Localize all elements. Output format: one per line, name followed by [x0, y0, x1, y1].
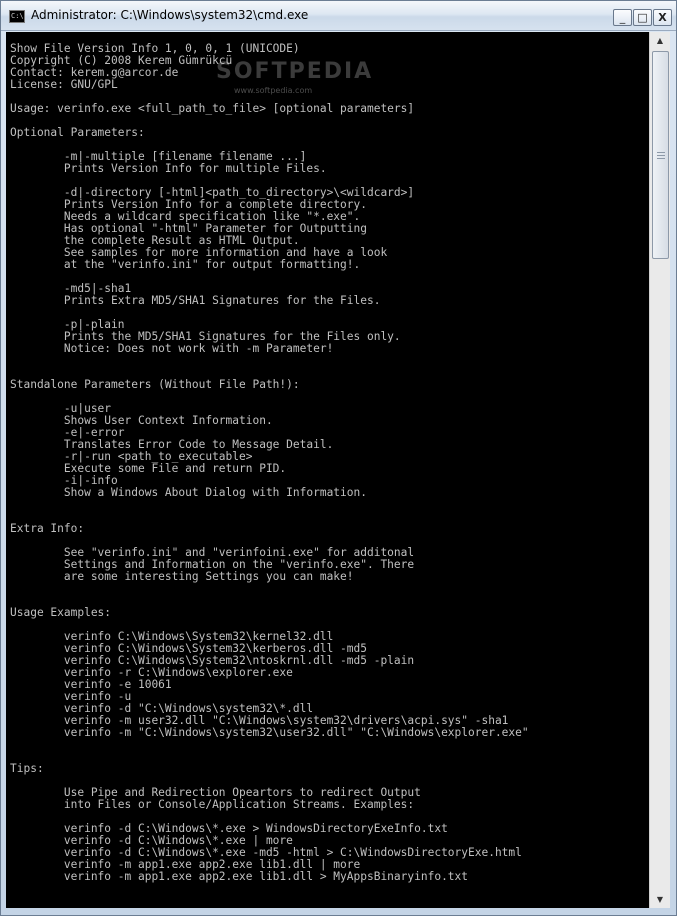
console-line: Settings and Information on the "verinfo…: [10, 559, 415, 571]
console-line: -i|-info: [10, 475, 118, 487]
console-line: Prints Version Info for a complete direc…: [10, 199, 367, 211]
console-line: Prints Extra MD5/SHA1 Signatures for the…: [10, 295, 381, 307]
console-line: Usage Examples:: [10, 607, 112, 619]
console-line: Standalone Parameters (Without File Path…: [10, 379, 300, 391]
minimize-button[interactable]: _: [613, 9, 632, 26]
console-output-area[interactable]: SOFTPEDIA www.softpedia.com Show File Ve…: [6, 32, 649, 908]
console-line: -m|-multiple [filename filename ...]: [10, 151, 307, 163]
console-line: Tips:: [10, 763, 44, 775]
console-line: Usage: verinfo.exe <full_path_to_file> […: [10, 103, 415, 115]
console-line: Has optional "-html" Parameter for Outpu…: [10, 223, 367, 235]
close-button[interactable]: X: [653, 9, 672, 26]
maximize-button[interactable]: □: [633, 9, 652, 26]
cmd-app-icon[interactable]: C:\: [9, 10, 25, 23]
console-line: -d|-directory [-html]<path_to_directory>…: [10, 187, 415, 199]
console-line: Execute some File and return PID.: [10, 463, 287, 475]
console-line: -e|-error: [10, 427, 125, 439]
console-line: verinfo -r C:\Windows\explorer.exe: [10, 667, 293, 679]
vertical-scrollbar[interactable]: ▲ ▼: [649, 32, 670, 908]
console-text: Show File Version Info 1, 0, 0, 1 (UNICO…: [10, 43, 649, 883]
console-line: Needs a wildcard specification like "*.e…: [10, 211, 361, 223]
console-line: Copyright (C) 2008 Kerem Gümrükcü: [10, 55, 233, 67]
title-bar[interactable]: C:\ Administrator: C:\Windows\system32\c…: [1, 1, 676, 31]
scroll-down-arrow-icon[interactable]: ▼: [651, 891, 669, 908]
console-window: C:\ Administrator: C:\Windows\system32\c…: [0, 0, 677, 916]
console-line: verinfo -m app1.exe app2.exe lib1.dll > …: [10, 871, 469, 883]
console-line: Notice: Does not work with -m Parameter!: [10, 343, 334, 355]
console-line: Use Pipe and Redirection Opeartors to re…: [10, 787, 421, 799]
console-line: verinfo C:\Windows\System32\ntoskrnl.dll…: [10, 655, 415, 667]
scroll-up-arrow-icon[interactable]: ▲: [651, 32, 669, 49]
window-title: Administrator: C:\Windows\system32\cmd.e…: [31, 8, 309, 22]
console-line: Show a Windows About Dialog with Informa…: [10, 487, 367, 499]
grip-icon: [657, 152, 665, 159]
scroll-thumb[interactable]: [652, 51, 669, 259]
console-line: verinfo -d C:\Windows\*.exe | more: [10, 835, 293, 847]
console-line: verinfo -m app1.exe app2.exe lib1.dll | …: [10, 859, 361, 871]
console-line: -p|-plain: [10, 319, 125, 331]
console-line: Contact: kerem.g@arcor.de: [10, 67, 179, 79]
console-line: Show File Version Info 1, 0, 0, 1 (UNICO…: [10, 43, 300, 55]
console-line: -u|user: [10, 403, 112, 415]
console-line: verinfo -e 10061: [10, 679, 172, 691]
console-line: Extra Info:: [10, 523, 85, 535]
console-line: -r|-run <path_to_executable>: [10, 451, 253, 463]
console-line: verinfo -u: [10, 691, 132, 703]
console-line: are some interesting Settings you can ma…: [10, 571, 354, 583]
console-line: at the "verinfo.ini" for output formatti…: [10, 259, 361, 271]
console-line: verinfo -m "C:\Windows\system32\user32.d…: [10, 727, 529, 739]
console-line: Prints the MD5/SHA1 Signatures for the F…: [10, 331, 401, 343]
console-line: the complete Result as HTML Output.: [10, 235, 300, 247]
console-line: verinfo -d C:\Windows\*.exe -md5 -html >…: [10, 847, 522, 859]
console-line: Optional Parameters:: [10, 127, 145, 139]
console-line: Prints Version Info for multiple Files.: [10, 163, 327, 175]
console-line: verinfo C:\Windows\System32\kernel32.dll: [10, 631, 334, 643]
console-line: verinfo -d "C:\Windows\system32\*.dll: [10, 703, 314, 715]
console-line: into Files or Console/Application Stream…: [10, 799, 415, 811]
console-line: See "verinfo.ini" and "verinfoini.exe" f…: [10, 547, 415, 559]
console-line: Shows User Context Information.: [10, 415, 273, 427]
console-line: verinfo C:\Windows\System32\kerberos.dll…: [10, 643, 367, 655]
console-line: Translates Error Code to Message Detail.: [10, 439, 334, 451]
console-line: See samples for more information and hav…: [10, 247, 388, 259]
console-line: License: GNU/GPL: [10, 79, 118, 91]
console-line: verinfo -d C:\Windows\*.exe > WindowsDir…: [10, 823, 448, 835]
console-line: -md5|-sha1: [10, 283, 132, 295]
console-line: verinfo -m user32.dll "C:\Windows\system…: [10, 715, 509, 727]
